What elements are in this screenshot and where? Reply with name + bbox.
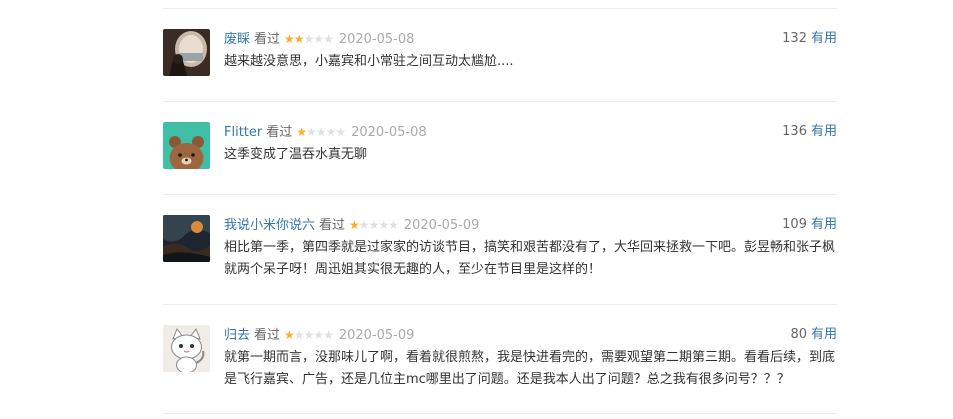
- star-filled-icon: ★: [296, 125, 307, 139]
- watch-status: 看过: [319, 218, 346, 233]
- star-filled-icon: ★: [284, 32, 295, 46]
- star-empty-icon: ★: [313, 328, 324, 342]
- comment-date: 2020-05-08: [338, 32, 415, 47]
- star-empty-icon: ★: [378, 218, 389, 232]
- comment-meta: 废睬 看过 ★★★★★ 2020-05-08: [224, 29, 414, 49]
- vote-count: 80: [790, 327, 807, 342]
- divider: [163, 8, 837, 9]
- star-empty-icon: ★: [388, 218, 399, 232]
- divider: [163, 194, 837, 195]
- rating-stars: ★★★★★: [284, 325, 334, 345]
- username-link[interactable]: 废睬: [224, 32, 250, 47]
- username-link[interactable]: 归去: [224, 328, 250, 343]
- watch-status: 看过: [266, 125, 293, 140]
- star-empty-icon: ★: [323, 328, 334, 342]
- useful-vote-button[interactable]: 有用: [811, 327, 837, 342]
- comment-text: 相比第一季，第四季就是过家家的访谈节目，搞笑和艰苦都没有了，大华回来拯救一下吧。…: [224, 240, 836, 277]
- comment-date: 2020-05-09: [403, 218, 480, 233]
- comment-text: 越来越没意思，小嘉宾和小常驻之间互动太尴尬....: [224, 54, 514, 69]
- vote-count: 136: [782, 124, 807, 139]
- star-empty-icon: ★: [335, 125, 346, 139]
- brown-bear-avatar[interactable]: [163, 122, 210, 169]
- divider: [163, 101, 837, 102]
- watch-status: 看过: [254, 328, 281, 343]
- star-filled-icon: ★: [349, 218, 360, 232]
- star-empty-icon: ★: [323, 32, 334, 46]
- rating-stars: ★★★★★: [284, 29, 334, 49]
- star-filled-icon: ★: [284, 328, 295, 342]
- rating-stars: ★★★★★: [296, 122, 346, 142]
- comment-text: 这季变成了温吞水真无聊: [224, 147, 368, 162]
- useful-vote-button[interactable]: 有用: [811, 31, 837, 46]
- star-empty-icon: ★: [303, 32, 315, 46]
- star-empty-icon: ★: [303, 328, 315, 342]
- comment-date: 2020-05-08: [351, 125, 427, 140]
- vote-count: 109: [782, 217, 807, 232]
- star-empty-icon: ★: [306, 125, 317, 139]
- username-link[interactable]: 我说小米你说六: [224, 218, 315, 233]
- comment-meta: 归去 看过 ★★★★★ 2020-05-09: [224, 325, 414, 345]
- star-empty-icon: ★: [325, 125, 337, 139]
- star-empty-icon: ★: [293, 328, 305, 342]
- cartoon-cat-avatar[interactable]: [163, 325, 210, 372]
- star-empty-icon: ★: [358, 218, 370, 232]
- porthole-photo-avatar[interactable]: [163, 29, 210, 76]
- useful-vote-button[interactable]: 有用: [811, 124, 837, 139]
- comment-meta: Flitter 看过 ★★★★★ 2020-05-08: [224, 122, 427, 142]
- divider: [163, 413, 837, 414]
- rating-stars: ★★★★★: [349, 215, 399, 235]
- watch-status: 看过: [254, 32, 281, 47]
- star-empty-icon: ★: [315, 125, 327, 139]
- dark-landscape-avatar[interactable]: [163, 215, 210, 262]
- star-empty-icon: ★: [368, 218, 380, 232]
- vote-area: 132 有用: [782, 29, 837, 49]
- vote-area: 136 有用: [782, 122, 837, 142]
- star-filled-icon: ★: [293, 32, 305, 46]
- comment-date: 2020-05-09: [338, 328, 415, 343]
- comment-text: 就第一期而言，没那味儿了啊，看着就很煎熬，我是快进看完的，需要观望第二期第三期。…: [224, 350, 836, 387]
- username-link[interactable]: Flitter: [224, 125, 262, 140]
- vote-area: 80 有用: [790, 325, 837, 345]
- comment-meta: 我说小米你说六 看过 ★★★★★ 2020-05-09: [224, 215, 479, 235]
- divider: [163, 304, 837, 305]
- useful-vote-button[interactable]: 有用: [811, 217, 837, 232]
- star-empty-icon: ★: [313, 32, 324, 46]
- vote-count: 132: [782, 31, 807, 46]
- vote-area: 109 有用: [782, 215, 837, 235]
